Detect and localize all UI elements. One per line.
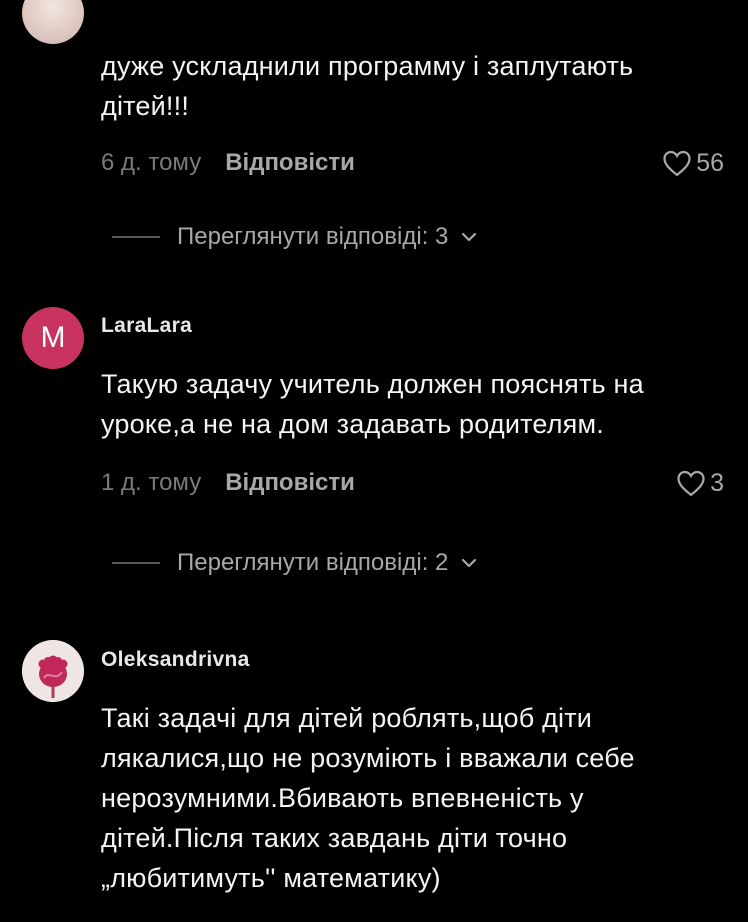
comment-line: дітей!!! [101,91,190,121]
avatar[interactable] [22,640,84,702]
comment-line: Такі задачі для дітей роблять,щоб діти [101,703,593,733]
comment-time: 1 д. тому [101,469,202,496]
heart-outline-icon [677,470,705,497]
like-count: 56 [696,148,724,177]
flower-avatar-image [22,640,84,702]
like-count: 3 [710,468,724,497]
chevron-down-icon [462,558,477,568]
comment-line: „любитимуть'' математику) [101,863,441,893]
heart-outline-icon [663,150,691,177]
comment-text: дуже ускладнили программу і заплутають д… [101,46,633,126]
avatar-letter: M [40,321,66,354]
view-replies-button[interactable]: Переглянути відповіді: 2 [112,548,478,578]
view-replies-button[interactable]: Переглянути відповіді: 3 [112,222,478,252]
divider-line [112,236,160,238]
comment-line: дітей.Після таких завдань діти точно [101,823,568,853]
comment-line: дуже ускладнили программу і заплутають [101,51,634,81]
divider-line [112,562,160,564]
like-button[interactable]: 3 [676,468,724,498]
username[interactable]: LaraLara [101,314,192,338]
view-replies-label: Переглянути відповіді: 3 [177,223,449,250]
comment-time: 6 д. тому [101,149,202,176]
reply-button[interactable]: Відповісти [225,149,355,177]
comment-line: Такую задачу учитель должен пояснять на [101,369,644,399]
comment-line: нерозумними.Вбивають впевненість у [101,783,584,813]
comment-meta: 6 д. тому Відповісти [101,148,355,178]
chevron-down-icon [462,232,477,242]
comment-line: уроке,а не на дом задавать родителям. [101,409,604,439]
username[interactable]: Oleksandrivna [101,648,250,672]
comment-meta: 1 д. тому Відповісти [101,468,355,498]
reply-button[interactable]: Відповісти [225,469,355,497]
comment-text: Такую задачу учитель должен пояснять на … [101,364,644,444]
comment-text: Такі задачі для дітей роблять,щоб діти л… [101,698,635,898]
comment-line: лякалися,що не розуміють і вважали себе [101,743,635,773]
like-button[interactable]: 56 [662,148,724,178]
avatar[interactable] [22,0,84,44]
avatar[interactable]: M [22,307,84,369]
view-replies-label: Переглянути відповіді: 2 [177,549,449,576]
